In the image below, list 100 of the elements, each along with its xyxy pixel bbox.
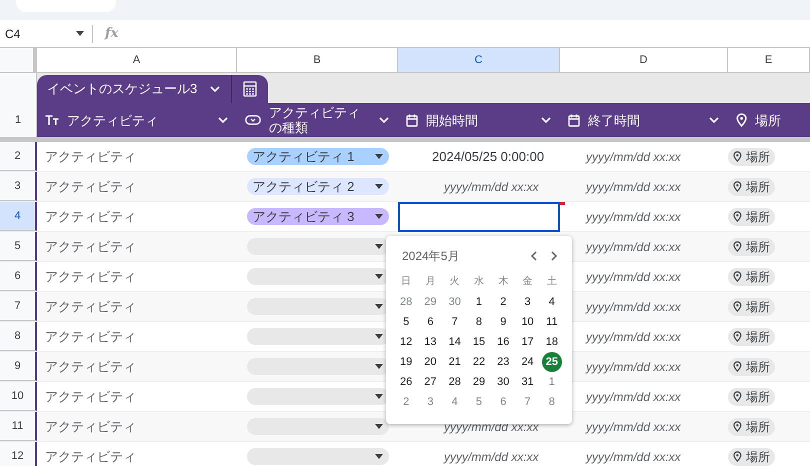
calendar-day[interactable]: 22 bbox=[472, 354, 486, 370]
dropdown-chip[interactable] bbox=[246, 298, 388, 315]
calendar-day[interactable]: 8 bbox=[476, 314, 482, 330]
row-header[interactable]: 1 bbox=[0, 103, 37, 137]
calendar-day[interactable]: 30 bbox=[448, 294, 461, 310]
column-field-header[interactable]: アクティビティ bbox=[37, 103, 237, 137]
calendar-day[interactable]: 25 bbox=[542, 352, 562, 372]
calendar-day[interactable]: 4 bbox=[548, 294, 555, 310]
date-input-field[interactable]: yyyy/mm/dd xx:xx bbox=[586, 178, 681, 196]
calendar-day[interactable]: 3 bbox=[427, 394, 434, 410]
calendar-day[interactable]: 29 bbox=[424, 294, 437, 310]
calendar-day[interactable]: 10 bbox=[521, 314, 534, 330]
calendar-day[interactable]: 9 bbox=[500, 314, 506, 330]
date-input-field[interactable]: yyyy/mm/dd xx:xx bbox=[586, 148, 681, 166]
location-chip[interactable]: 場所 bbox=[728, 388, 775, 406]
calendar-day[interactable]: 28 bbox=[400, 294, 412, 310]
date-input-field[interactable]: yyyy/mm/dd xx:xx bbox=[586, 208, 681, 226]
dropdown-chip[interactable]: アクティビティ 2 bbox=[246, 178, 388, 195]
row-header[interactable]: 3 bbox=[0, 172, 37, 201]
calendar-day[interactable]: 2 bbox=[500, 294, 506, 310]
dropdown-chip[interactable] bbox=[246, 358, 388, 375]
calendar-day[interactable]: 14 bbox=[448, 334, 461, 350]
dropdown-chip[interactable] bbox=[246, 268, 388, 285]
calendar-day[interactable]: 4 bbox=[452, 394, 458, 410]
date-input-field[interactable]: yyyy/mm/dd xx:xx bbox=[586, 358, 681, 376]
column-header[interactable]: C bbox=[398, 48, 560, 72]
calendar-day[interactable]: 23 bbox=[497, 354, 510, 370]
location-chip[interactable]: 場所 bbox=[728, 178, 775, 196]
calendar-day[interactable]: 6 bbox=[427, 314, 434, 330]
dropdown-chip[interactable] bbox=[246, 388, 388, 405]
calendar-day[interactable]: 19 bbox=[400, 354, 412, 370]
date-input-field[interactable]: yyyy/mm/dd xx:xx bbox=[444, 178, 539, 196]
date-input-field[interactable]: yyyy/mm/dd xx:xx bbox=[586, 298, 681, 316]
date-input-field[interactable]: yyyy/mm/dd xx:xx bbox=[444, 448, 539, 466]
calendar-day[interactable]: 30 bbox=[497, 374, 510, 390]
date-input-field[interactable]: yyyy/mm/dd xx:xx bbox=[586, 388, 681, 406]
calendar-day[interactable]: 16 bbox=[497, 334, 510, 350]
calendar-day[interactable]: 3 bbox=[524, 294, 531, 310]
dropdown-chip[interactable]: アクティビティ 1 bbox=[246, 148, 388, 165]
calendar-day[interactable]: 7 bbox=[452, 314, 458, 330]
date-input-field[interactable]: yyyy/mm/dd xx:xx bbox=[586, 268, 681, 286]
column-field-header[interactable]: 終了時間 bbox=[560, 103, 728, 137]
next-month-icon[interactable] bbox=[550, 251, 558, 261]
calendar-day[interactable]: 2 bbox=[403, 394, 410, 410]
date-input-field[interactable]: yyyy/mm/dd xx:xx bbox=[586, 418, 681, 436]
row-header[interactable]: 5 bbox=[0, 232, 37, 261]
dropdown-chip[interactable]: アクティビティ 3 bbox=[246, 208, 388, 225]
calendar-day[interactable]: 1 bbox=[476, 294, 482, 310]
row-header[interactable]: 9 bbox=[0, 352, 37, 381]
calendar-day[interactable]: 11 bbox=[546, 314, 558, 330]
date-input-field[interactable] bbox=[398, 202, 560, 232]
table-summary-button[interactable] bbox=[232, 75, 268, 103]
calendar-day[interactable]: 8 bbox=[548, 394, 555, 410]
calendar-day[interactable]: 18 bbox=[546, 334, 558, 350]
calendar-day[interactable]: 12 bbox=[400, 334, 412, 350]
location-chip[interactable]: 場所 bbox=[728, 238, 775, 256]
location-chip[interactable]: 場所 bbox=[728, 448, 775, 466]
row-header[interactable]: 2 bbox=[0, 142, 37, 171]
date-input-field[interactable]: yyyy/mm/dd xx:xx bbox=[586, 328, 681, 346]
calendar-day[interactable]: 26 bbox=[400, 374, 412, 390]
table-name-tab[interactable]: イベントのスケジュール3 bbox=[37, 75, 232, 103]
location-chip[interactable]: 場所 bbox=[728, 208, 775, 226]
row-header[interactable]: 8 bbox=[0, 322, 37, 351]
row-header[interactable] bbox=[0, 73, 37, 103]
row-header[interactable]: 12 bbox=[0, 442, 37, 466]
row-header[interactable]: 7 bbox=[0, 292, 37, 321]
location-chip[interactable]: 場所 bbox=[728, 418, 775, 436]
location-chip[interactable]: 場所 bbox=[728, 328, 775, 346]
dropdown-chip[interactable] bbox=[246, 238, 388, 255]
calendar-day[interactable]: 13 bbox=[424, 334, 437, 350]
calendar-day[interactable]: 31 bbox=[521, 374, 534, 390]
column-field-header[interactable]: 場所 bbox=[728, 103, 810, 137]
calendar-day[interactable]: 29 bbox=[472, 374, 486, 390]
dropdown-chip[interactable] bbox=[246, 328, 388, 345]
dropdown-chip[interactable] bbox=[246, 448, 388, 465]
calendar-day[interactable]: 6 bbox=[500, 394, 506, 410]
date-input-field[interactable]: yyyy/mm/dd xx:xx bbox=[586, 238, 681, 256]
date-input-field[interactable]: yyyy/mm/dd xx:xx bbox=[586, 448, 681, 466]
dropdown-chip[interactable] bbox=[246, 418, 388, 435]
calendar-day[interactable]: 20 bbox=[424, 354, 437, 370]
previous-month-icon[interactable] bbox=[530, 251, 538, 261]
row-header[interactable]: 4 bbox=[0, 202, 37, 231]
calendar-day[interactable]: 24 bbox=[521, 354, 534, 370]
row-header[interactable]: 6 bbox=[0, 262, 37, 291]
location-chip[interactable]: 場所 bbox=[728, 268, 775, 286]
corner-cell[interactable] bbox=[0, 48, 37, 72]
calendar-day[interactable]: 7 bbox=[524, 394, 531, 410]
name-box[interactable]: C4 bbox=[0, 24, 92, 42]
column-field-header[interactable]: 開始時間 bbox=[398, 103, 560, 137]
calendar-day[interactable]: 15 bbox=[472, 334, 486, 350]
location-chip[interactable]: 場所 bbox=[728, 148, 775, 166]
calendar-day[interactable]: 28 bbox=[448, 374, 461, 390]
calendar-day[interactable]: 5 bbox=[476, 394, 482, 410]
location-chip[interactable]: 場所 bbox=[728, 358, 775, 376]
row-header[interactable]: 11 bbox=[0, 412, 37, 441]
location-chip[interactable]: 場所 bbox=[728, 298, 775, 316]
column-field-header[interactable]: アクティビティの種類 bbox=[237, 103, 398, 137]
calendar-day[interactable]: 5 bbox=[403, 314, 410, 330]
calendar-day[interactable]: 17 bbox=[521, 334, 534, 350]
calendar-day[interactable]: 27 bbox=[424, 374, 437, 390]
